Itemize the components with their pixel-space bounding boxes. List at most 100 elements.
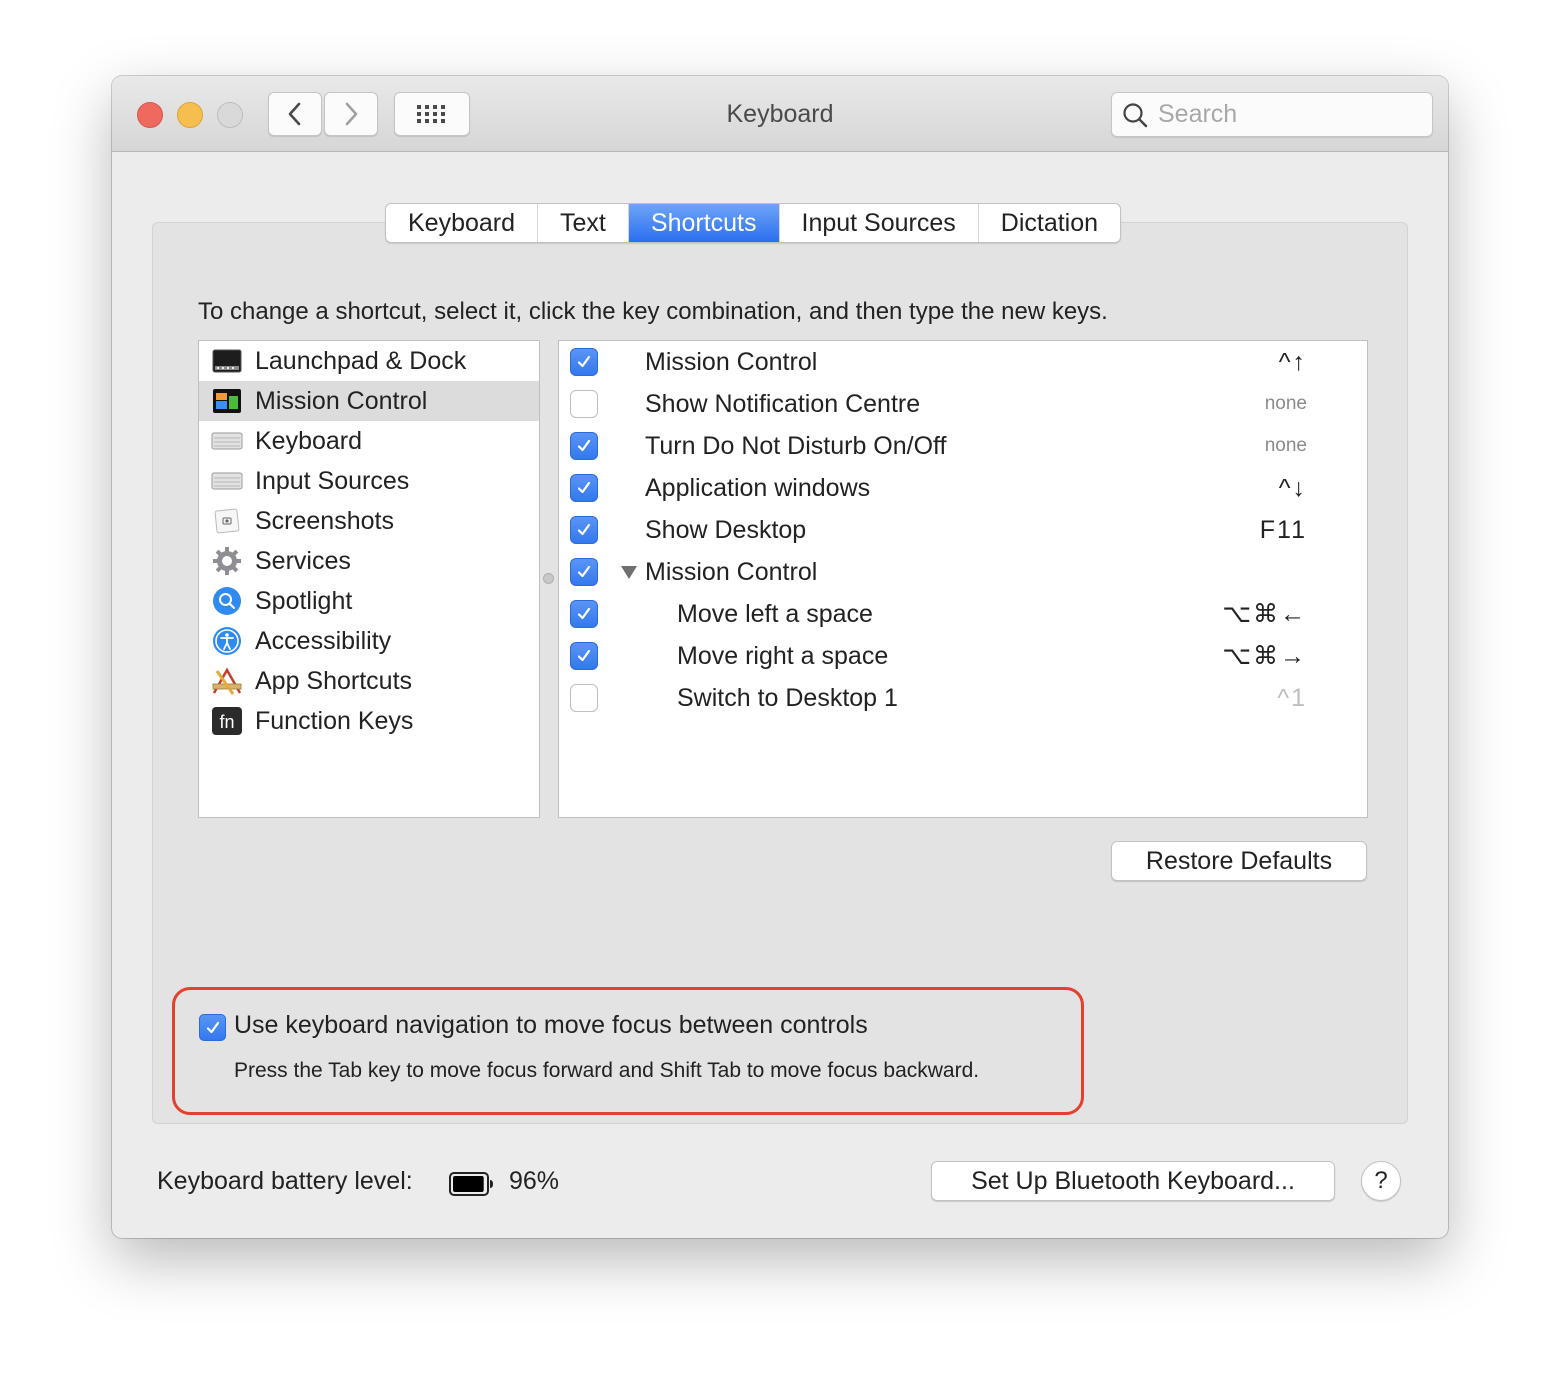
shortcut-checkbox[interactable] [570, 432, 598, 460]
shortcut-keys[interactable]: none [1265, 393, 1307, 415]
shortcut-row[interactable]: Switch to Desktop 1 ^1 [559, 677, 1367, 719]
screenshots-icon [211, 507, 243, 535]
shortcut-checkbox[interactable] [570, 558, 598, 586]
category-app-shortcuts[interactable]: App Shortcuts [199, 661, 539, 701]
shortcut-keys[interactable]: ^1 [1277, 684, 1307, 713]
shortcut-checkbox[interactable] [570, 390, 598, 418]
spotlight-icon [211, 587, 243, 615]
instructions-text: To change a shortcut, select it, click t… [198, 298, 1108, 325]
category-label: Accessibility [255, 626, 392, 655]
disclosure-triangle-icon[interactable] [621, 566, 637, 579]
checkmark-icon [577, 649, 591, 662]
category-launchpad-dock[interactable]: Launchpad & Dock [199, 341, 539, 381]
shortcut-label: Switch to Desktop 1 [677, 683, 898, 712]
battery-icon [449, 1172, 493, 1196]
shortcut-group-row[interactable]: Mission Control [559, 551, 1367, 593]
tab-dictation[interactable]: Dictation [979, 204, 1120, 242]
category-label: App Shortcuts [255, 666, 413, 695]
category-spotlight[interactable]: Spotlight [199, 581, 539, 621]
checkmark-icon [577, 355, 591, 368]
shortcut-keys[interactable]: ^↑ [1279, 348, 1307, 377]
keyboard-navigation-help: Press the Tab key to move focus forward … [234, 1059, 980, 1082]
checkmark-icon [577, 481, 591, 494]
shortcut-row[interactable]: Application windows ^↓ [559, 467, 1367, 509]
svg-text:fn: fn [219, 712, 234, 732]
highlight-annotation [172, 987, 1084, 1115]
shortcut-checkbox[interactable] [570, 348, 598, 376]
search-field[interactable] [1111, 92, 1433, 137]
shortcut-row[interactable]: Show Desktop F11 [559, 509, 1367, 551]
title-bar: Keyboard [112, 76, 1448, 152]
checkmark-icon [577, 439, 591, 452]
shortcut-row[interactable]: Move right a space ⌥⌘→ [559, 635, 1367, 677]
shortcut-label: Application windows [645, 473, 871, 502]
splitter-handle[interactable] [543, 573, 554, 584]
set-up-bluetooth-keyboard-button[interactable]: Set Up Bluetooth Keyboard... [931, 1161, 1335, 1201]
mission-control-icon [211, 387, 243, 415]
shortcut-keys[interactable]: F11 [1260, 516, 1307, 545]
tab-bar: Keyboard Text Shortcuts Input Sources Di… [385, 203, 1122, 243]
category-screenshots[interactable]: Screenshots [199, 501, 539, 541]
shortcut-label: Show Notification Centre [645, 389, 921, 418]
checkmark-icon [577, 607, 591, 620]
app-shortcuts-icon [211, 667, 243, 695]
shortcut-list: Mission Control ^↑ Show Notification Cen… [558, 340, 1368, 818]
category-services[interactable]: Services [199, 541, 539, 581]
shortcut-category-list: Launchpad & Dock Mission Control Keyboar… [198, 340, 540, 818]
keyboard-preferences-window: Keyboard Keyboard Text Shortcuts Input S… [112, 76, 1448, 1238]
shortcut-checkbox[interactable] [570, 684, 598, 712]
shortcut-row[interactable]: Turn Do Not Disturb On/Off none [559, 425, 1367, 467]
shortcut-label: Turn Do Not Disturb On/Off [645, 431, 947, 460]
category-label: Screenshots [255, 506, 394, 535]
tab-text[interactable]: Text [538, 204, 629, 242]
shortcut-keys[interactable]: ^↓ [1279, 474, 1307, 503]
shortcut-keys[interactable]: ⌥⌘→ [1222, 641, 1307, 671]
category-keyboard[interactable]: Keyboard [199, 421, 539, 461]
shortcut-row[interactable]: Show Notification Centre none [559, 383, 1367, 425]
category-accessibility[interactable]: Accessibility [199, 621, 539, 661]
checkmark-icon [577, 523, 591, 536]
shortcut-keys[interactable]: ⌥⌘← [1222, 599, 1307, 629]
shortcut-label: Mission Control [645, 347, 818, 376]
shortcut-checkbox[interactable] [570, 516, 598, 544]
category-label: Launchpad & Dock [255, 346, 467, 375]
shortcut-checkbox[interactable] [570, 474, 598, 502]
shortcut-checkbox[interactable] [570, 600, 598, 628]
shortcut-row[interactable]: Move left a space ⌥⌘← [559, 593, 1367, 635]
category-mission-control[interactable]: Mission Control [199, 381, 539, 421]
shortcut-label: Mission Control [645, 557, 818, 586]
category-label: Spotlight [255, 586, 353, 615]
services-gear-icon [211, 547, 243, 575]
function-keys-icon: fn [211, 707, 243, 735]
launchpad-dock-icon [211, 347, 243, 375]
shortcut-keys[interactable]: none [1265, 435, 1307, 457]
shortcut-label: Show Desktop [645, 515, 807, 544]
battery-percentage: 96% [509, 1167, 560, 1195]
restore-defaults-button[interactable]: Restore Defaults [1111, 841, 1367, 881]
category-label: Input Sources [255, 466, 410, 495]
category-input-sources[interactable]: Input Sources [199, 461, 539, 501]
battery-fill [453, 1176, 484, 1192]
keyboard-navigation-label[interactable]: Use keyboard navigation to move focus be… [234, 1011, 868, 1040]
checkmark-icon [577, 565, 591, 578]
tab-input-sources[interactable]: Input Sources [780, 204, 979, 242]
tab-shortcuts[interactable]: Shortcuts [628, 204, 780, 242]
shortcut-row[interactable]: Mission Control ^↑ [559, 341, 1367, 383]
category-function-keys[interactable]: fn Function Keys [199, 701, 539, 741]
accessibility-icon [211, 627, 243, 655]
input-sources-icon [211, 467, 243, 495]
checkmark-icon [206, 1021, 219, 1033]
shortcut-checkbox[interactable] [570, 642, 598, 670]
shortcut-label: Move left a space [677, 599, 873, 628]
category-label: Function Keys [255, 706, 414, 735]
battery-level-label: Keyboard battery level: [157, 1167, 413, 1195]
shortcut-label: Move right a space [677, 641, 889, 670]
category-label: Keyboard [255, 426, 363, 455]
search-icon [1123, 102, 1148, 127]
help-button[interactable]: ? [1361, 1161, 1401, 1201]
category-label: Mission Control [255, 386, 428, 415]
tab-keyboard[interactable]: Keyboard [386, 204, 539, 242]
keyboard-navigation-checkbox[interactable] [199, 1014, 226, 1041]
keyboard-icon [211, 427, 243, 455]
search-input[interactable] [1158, 100, 1418, 129]
